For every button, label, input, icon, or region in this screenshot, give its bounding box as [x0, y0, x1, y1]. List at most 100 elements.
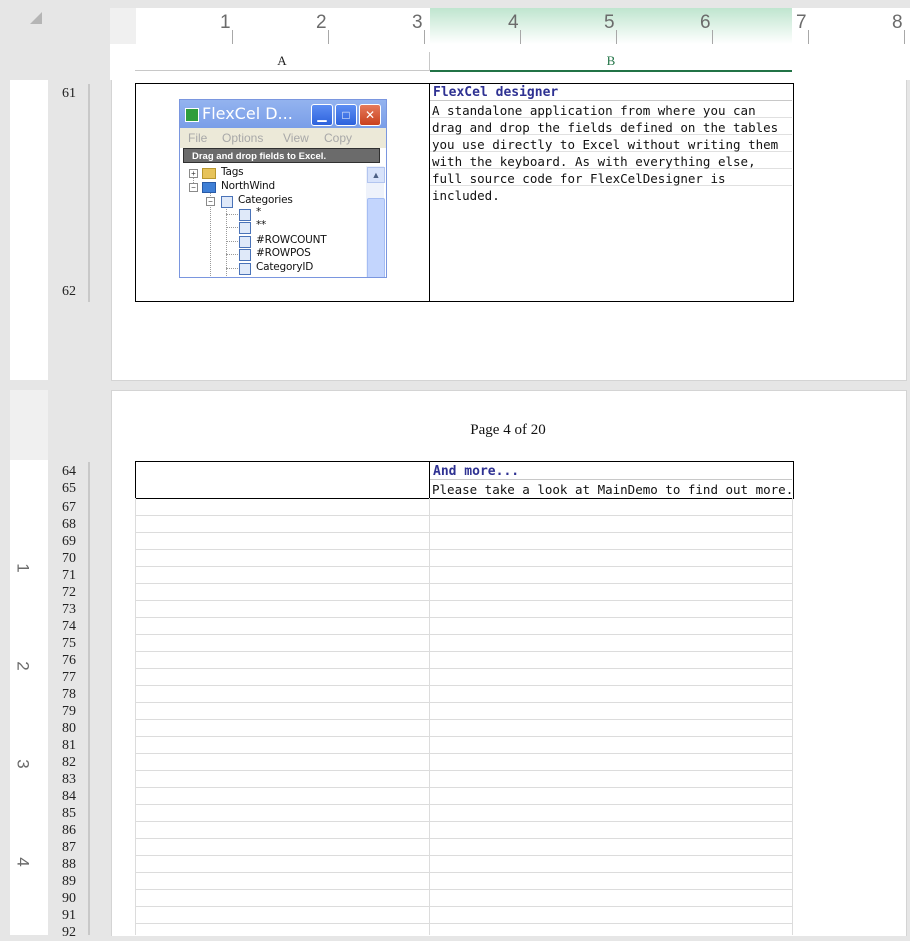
grid-line	[135, 651, 792, 652]
row-header-90[interactable]: 90	[50, 891, 88, 907]
select-all-corner[interactable]	[0, 0, 110, 80]
scroll-up-icon: ▲	[367, 167, 385, 183]
column-header-b[interactable]: B	[430, 52, 792, 72]
row-header-85[interactable]: 85	[50, 806, 88, 822]
maximize-icon: □	[335, 104, 357, 126]
grid-line	[135, 532, 792, 533]
row-header-78[interactable]: 78	[50, 687, 88, 703]
row-header-83[interactable]: 83	[50, 772, 88, 788]
row-header-71[interactable]: 71	[50, 568, 88, 584]
collapse-icon: −	[189, 183, 198, 192]
tree-node-tags: Tags	[221, 166, 244, 178]
database-icon	[202, 182, 216, 193]
grid-line	[135, 702, 792, 703]
window-titlebar: FlexCel D... ▁ □ ✕	[180, 100, 386, 128]
row-header-62[interactable]: 62	[50, 284, 88, 300]
grid-line	[135, 770, 792, 771]
designer-title[interactable]: FlexCel designer	[433, 85, 558, 100]
row-header-89[interactable]: 89	[50, 874, 88, 890]
ruler-tick	[616, 30, 617, 44]
row-header-92[interactable]: 92	[50, 925, 88, 941]
row-header-81[interactable]: 81	[50, 738, 88, 754]
tree-node-rowcount: #ROWCOUNT	[256, 234, 327, 246]
field-icon	[239, 263, 251, 275]
field-tree: + Tags − NorthWind − Categories * ** #RO…	[180, 166, 368, 277]
collapse-icon: −	[206, 197, 215, 206]
row-header-91[interactable]: 91	[50, 908, 88, 924]
row-header-88[interactable]: 88	[50, 857, 88, 873]
minimize-icon: ▁	[311, 104, 333, 126]
ruler-number: 6	[700, 12, 711, 33]
grid-line	[135, 804, 792, 805]
grid-line	[135, 583, 792, 584]
ruler-tick	[328, 30, 329, 44]
row-header-80[interactable]: 80	[50, 721, 88, 737]
row-header-69[interactable]: 69	[50, 534, 88, 550]
row-header-77[interactable]: 77	[50, 670, 88, 686]
grid-line	[135, 855, 792, 856]
menu-view: View	[283, 131, 309, 145]
tree-node-categories: Categories	[238, 194, 293, 206]
row-header-67[interactable]: 67	[50, 500, 88, 516]
row-header-68[interactable]: 68	[50, 517, 88, 533]
row-header-74[interactable]: 74	[50, 619, 88, 635]
grid-line	[135, 719, 792, 720]
row-header-87[interactable]: 87	[50, 840, 88, 856]
ruler-number: 8	[892, 12, 903, 33]
grid-line	[135, 736, 792, 737]
more-description[interactable]: Please take a look at MainDemo to find o…	[432, 481, 793, 498]
folder-icon	[202, 168, 216, 179]
tree-node-star: *	[256, 206, 262, 218]
column-header-a[interactable]: A	[135, 52, 430, 71]
select-all-triangle-icon[interactable]	[30, 12, 42, 24]
row-header-70[interactable]: 70	[50, 551, 88, 567]
ruler-tick	[520, 30, 521, 44]
designer-description[interactable]: A standalone application from where you …	[432, 102, 792, 204]
ruler-tick	[808, 30, 809, 44]
row-header-65[interactable]: 65	[50, 481, 88, 497]
row-header-72[interactable]: 72	[50, 585, 88, 601]
row-header-73[interactable]: 73	[50, 602, 88, 618]
row-header-79[interactable]: 79	[50, 704, 88, 720]
ruler-number: 5	[604, 12, 615, 33]
grid-column-line	[792, 498, 793, 935]
flexcel-designer-screenshot[interactable]: FlexCel D... ▁ □ ✕ File Options View Cop…	[179, 99, 387, 278]
ruler-tick	[232, 30, 233, 44]
tree-node-northwind: NorthWind	[221, 180, 275, 192]
tree-line	[226, 268, 238, 269]
row-header-86[interactable]: 86	[50, 823, 88, 839]
scroll-thumb	[367, 198, 385, 277]
column-header-bar: A B	[110, 44, 910, 80]
field-icon	[239, 249, 251, 261]
tree-line	[226, 254, 238, 255]
close-icon: ✕	[359, 104, 381, 126]
row-header-75[interactable]: 75	[50, 636, 88, 652]
row-header-82[interactable]: 82	[50, 755, 88, 771]
row-header-76[interactable]: 76	[50, 653, 88, 669]
tree-line	[226, 241, 238, 242]
grid-line	[135, 668, 792, 669]
field-icon	[239, 222, 251, 234]
grid-line	[135, 906, 792, 907]
row-header-64[interactable]: 64	[50, 464, 88, 480]
tree-node-double-star: **	[256, 219, 267, 231]
ruler-number: 1	[13, 563, 33, 573]
menu-copy: Copy	[324, 131, 353, 145]
row-header-divider	[88, 84, 90, 302]
ruler-tick	[904, 30, 905, 44]
row-header-61[interactable]: 61	[50, 86, 88, 102]
grid-line	[135, 838, 792, 839]
more-title[interactable]: And more...	[433, 464, 519, 479]
row-header-84[interactable]: 84	[50, 789, 88, 805]
designer-column-divider	[429, 83, 430, 301]
window-menubar: File Options View Copy	[180, 128, 386, 148]
grid-line	[135, 617, 792, 618]
grid-line	[135, 872, 792, 873]
ruler-number: 2	[316, 12, 327, 33]
grid-line	[135, 685, 792, 686]
tree-node-rowpos: #ROWPOS	[256, 247, 311, 259]
designer-title-underline	[430, 100, 792, 101]
more-title-underline	[430, 479, 792, 480]
grid-line	[135, 566, 792, 567]
window-title: FlexCel D...	[202, 104, 293, 123]
